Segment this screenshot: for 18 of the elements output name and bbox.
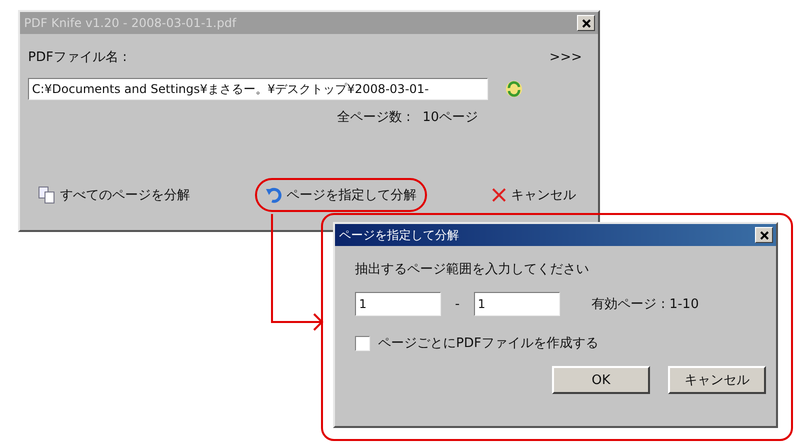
cancel-button[interactable]: キャンセル xyxy=(485,182,582,208)
per-page-option-label: ページごとにPDFファイルを作成する xyxy=(378,335,598,352)
to-page-field[interactable]: 1 xyxy=(474,292,560,316)
valid-pages-label: 有効ページ : 1-10 xyxy=(592,296,699,313)
split-button[interactable]: すべてのページを分解 xyxy=(32,182,196,208)
expand-button[interactable]: >>> xyxy=(549,50,582,64)
window-title: PDF Knife v1.20 - 2008-03-01-1.pdf xyxy=(24,16,236,30)
ok-button[interactable]: OK xyxy=(552,366,650,394)
file-name-label: PDFファイル名 : xyxy=(28,49,127,66)
range-separator: - xyxy=(455,296,460,312)
split-button[interactable]: ページを指定して分解 xyxy=(258,182,422,208)
dialog-title: ページを指定して分解 xyxy=(339,226,459,244)
cancel-button[interactable]: キャンセル xyxy=(668,366,766,394)
from-page-field[interactable]: 1 xyxy=(355,292,441,316)
file-path-field[interactable]: C:¥Documents and Settings¥まさるー。¥デスクトップ¥2008-03-01- xyxy=(28,78,488,100)
total-pages-value: 10ページ xyxy=(422,109,478,126)
range-prompt: 抽出するページ範囲を入力してください xyxy=(355,261,589,278)
total-pages-label: 全ページ数 : xyxy=(336,109,410,126)
